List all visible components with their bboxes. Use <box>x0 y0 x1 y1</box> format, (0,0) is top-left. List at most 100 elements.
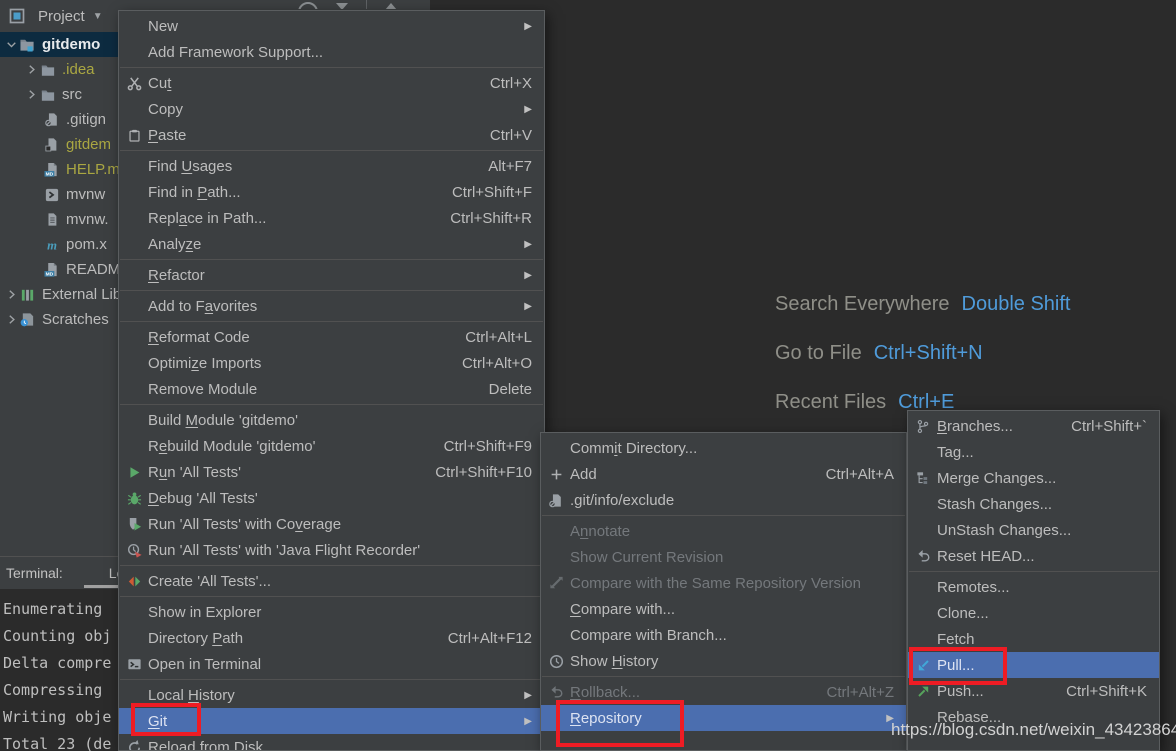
svg-text:MD: MD <box>46 172 54 178</box>
svg-text:MD: MD <box>46 272 54 278</box>
menu-item-remotes[interactable]: Remotes... <box>908 574 1159 600</box>
menu-separator <box>120 150 543 151</box>
tree-item-label: src <box>62 86 82 103</box>
chevron-right-icon[interactable] <box>24 89 39 100</box>
chevron-right-icon[interactable] <box>4 289 19 300</box>
menu-separator <box>120 290 543 291</box>
menu-item-stash-changes[interactable]: Stash Changes... <box>908 491 1159 517</box>
menu-item-label: Compare with Branch... <box>570 626 727 644</box>
arrow-up-icon[interactable] <box>385 3 397 9</box>
menu-item-shortcut: Ctrl+Alt+F12 <box>447 629 532 647</box>
menu-item-open-in-terminal[interactable]: Open in Terminal <box>119 651 544 677</box>
tree-item-label: External Lib <box>42 286 122 303</box>
menu-item-shortcut: Alt+F7 <box>488 157 532 175</box>
tree-item-label: HELP.m <box>66 161 120 178</box>
menu-item-add-framework-support[interactable]: Add Framework Support... <box>119 39 544 65</box>
run-icon <box>125 464 143 480</box>
arrow-down-icon[interactable] <box>336 3 348 9</box>
menu-item-branches[interactable]: Branches... Ctrl+Shift+` <box>908 413 1159 439</box>
menu-item-icon-placeholder <box>125 329 143 345</box>
menu-item-reload-from-disk[interactable]: Reload from Disk <box>119 734 544 750</box>
menu-item-run-all-tests[interactable]: Run 'All Tests' Ctrl+Shift+F10 <box>119 459 544 485</box>
menu-item-show-in-explorer[interactable]: Show in Explorer <box>119 599 544 625</box>
menu-separator <box>909 571 1158 572</box>
menu-item-git-info-exclude[interactable]: .git/info/exclude <box>541 487 906 513</box>
menu-item-copy[interactable]: Copy ▶ <box>119 96 544 122</box>
menu-item-label: UnStash Changes... <box>937 521 1072 539</box>
menu-item-show-current-revision: Show Current Revision <box>541 544 906 570</box>
chevron-right-icon[interactable] <box>24 64 39 75</box>
annotation-box-repository <box>556 700 684 747</box>
menu-item-icon-placeholder <box>547 549 565 565</box>
plus-icon <box>547 466 565 482</box>
menu-item-label: Debug 'All Tests' <box>148 489 258 507</box>
gear-icon[interactable] <box>298 2 318 9</box>
menu-item-label: Compare with... <box>570 600 676 618</box>
menu-item-analyze[interactable]: Analyze ▶ <box>119 231 544 257</box>
submenu-arrow-icon: ▶ <box>524 269 532 281</box>
menu-item-icon-placeholder <box>125 267 143 283</box>
menu-item-rebuild-module-gitdemo[interactable]: Rebuild Module 'gitdemo' Ctrl+Shift+F9 <box>119 433 544 459</box>
menu-item-directory-path[interactable]: Directory Path Ctrl+Alt+F12 <box>119 625 544 651</box>
menu-item-label: Compare with the Same Repository Version <box>570 574 861 592</box>
menu-item-merge-changes[interactable]: Merge Changes... <box>908 465 1159 491</box>
hint-go-to-file: Go to File Ctrl+Shift+N <box>775 342 983 365</box>
menu-item-show-history[interactable]: Show History <box>541 648 906 674</box>
menu-item-unstash-changes[interactable]: UnStash Changes... <box>908 517 1159 543</box>
chevron-right-icon[interactable] <box>4 314 19 325</box>
menu-item-icon-placeholder <box>125 158 143 174</box>
chevron-down-icon[interactable] <box>4 39 19 50</box>
menu-item-label: New <box>148 17 179 35</box>
menu-item-compare-with[interactable]: Compare with... <box>541 596 906 622</box>
menu-item-reset-head[interactable]: Reset HEAD... <box>908 543 1159 569</box>
menu-item-icon-placeholder <box>125 687 143 703</box>
menu-item-add[interactable]: Add Ctrl+Alt+A <box>541 461 906 487</box>
menu-item-add-to-favorites[interactable]: Add to Favorites ▶ <box>119 293 544 319</box>
menu-item-label: Add to Favorites <box>148 297 258 315</box>
menu-separator <box>120 596 543 597</box>
tree-item-label: READM <box>66 261 121 278</box>
menu-item-remove-module[interactable]: Remove Module Delete <box>119 376 544 402</box>
menu-item-label: Reformat Code <box>148 328 250 346</box>
menu-item-refactor[interactable]: Refactor ▶ <box>119 262 544 288</box>
menu-item-build-module-gitdemo[interactable]: Build Module 'gitdemo' <box>119 407 544 433</box>
tree-item-label: gitdemo <box>42 36 101 53</box>
menu-item-commit-directory[interactable]: Commit Directory... <box>541 435 906 461</box>
menu-item-create-all-tests[interactable]: Create 'All Tests'... <box>119 568 544 594</box>
menu-item-label: Branches... <box>937 417 1013 435</box>
project-view-icon <box>8 8 25 24</box>
menu-item-tag[interactable]: Tag... <box>908 439 1159 465</box>
menu-item-label: Push... <box>937 682 984 700</box>
rollback-icon <box>914 548 932 564</box>
menu-item-run-all-tests-with-java-flight-recorder[interactable]: Run 'All Tests' with 'Java Flight Record… <box>119 537 544 563</box>
menu-item-replace-in-path[interactable]: Replace in Path... Ctrl+Shift+R <box>119 205 544 231</box>
menu-item-icon-placeholder <box>547 440 565 456</box>
hint-label: Search Everywhere <box>775 293 950 315</box>
menu-item-shortcut: Ctrl+X <box>489 74 532 92</box>
chevron-down-icon[interactable]: ▼ <box>93 11 103 22</box>
coverage-icon <box>125 516 143 532</box>
menu-item-label: Find Usages <box>148 157 233 175</box>
menu-item-label: Add <box>570 465 597 483</box>
menu-item-reformat-code[interactable]: Reformat Code Ctrl+Alt+L <box>119 324 544 350</box>
menu-item-cut[interactable]: Cut Ctrl+X <box>119 70 544 96</box>
menu-item-clone[interactable]: Clone... <box>908 600 1159 626</box>
menu-item-compare-with-branch[interactable]: Compare with Branch... <box>541 622 906 648</box>
menu-item-find-in-path[interactable]: Find in Path... Ctrl+Shift+F <box>119 179 544 205</box>
menu-item-debug-all-tests[interactable]: Debug 'All Tests' <box>119 485 544 511</box>
menu-item-label: Build Module 'gitdemo' <box>148 411 298 429</box>
menu-item-find-usages[interactable]: Find Usages Alt+F7 <box>119 153 544 179</box>
menu-item-label: Create 'All Tests'... <box>148 572 271 590</box>
refresh-icon <box>125 739 143 750</box>
menu-item-run-all-tests-with-coverage[interactable]: Run 'All Tests' with Coverage <box>119 511 544 537</box>
menu-item-paste[interactable]: Paste Ctrl+V <box>119 122 544 148</box>
menu-item-new[interactable]: New ▶ <box>119 13 544 39</box>
hint-shortcut: Ctrl+Shift+N <box>873 342 983 364</box>
toolbar-partial-icons <box>298 0 418 9</box>
menu-item-label: Run 'All Tests' with Coverage <box>148 515 342 533</box>
toolbar-divider <box>366 0 367 9</box>
menu-item-label: Refactor <box>148 266 205 284</box>
menu-item-icon-placeholder <box>125 236 143 252</box>
menu-item-optimize-imports[interactable]: Optimize Imports Ctrl+Alt+O <box>119 350 544 376</box>
rollback-icon <box>547 684 565 700</box>
